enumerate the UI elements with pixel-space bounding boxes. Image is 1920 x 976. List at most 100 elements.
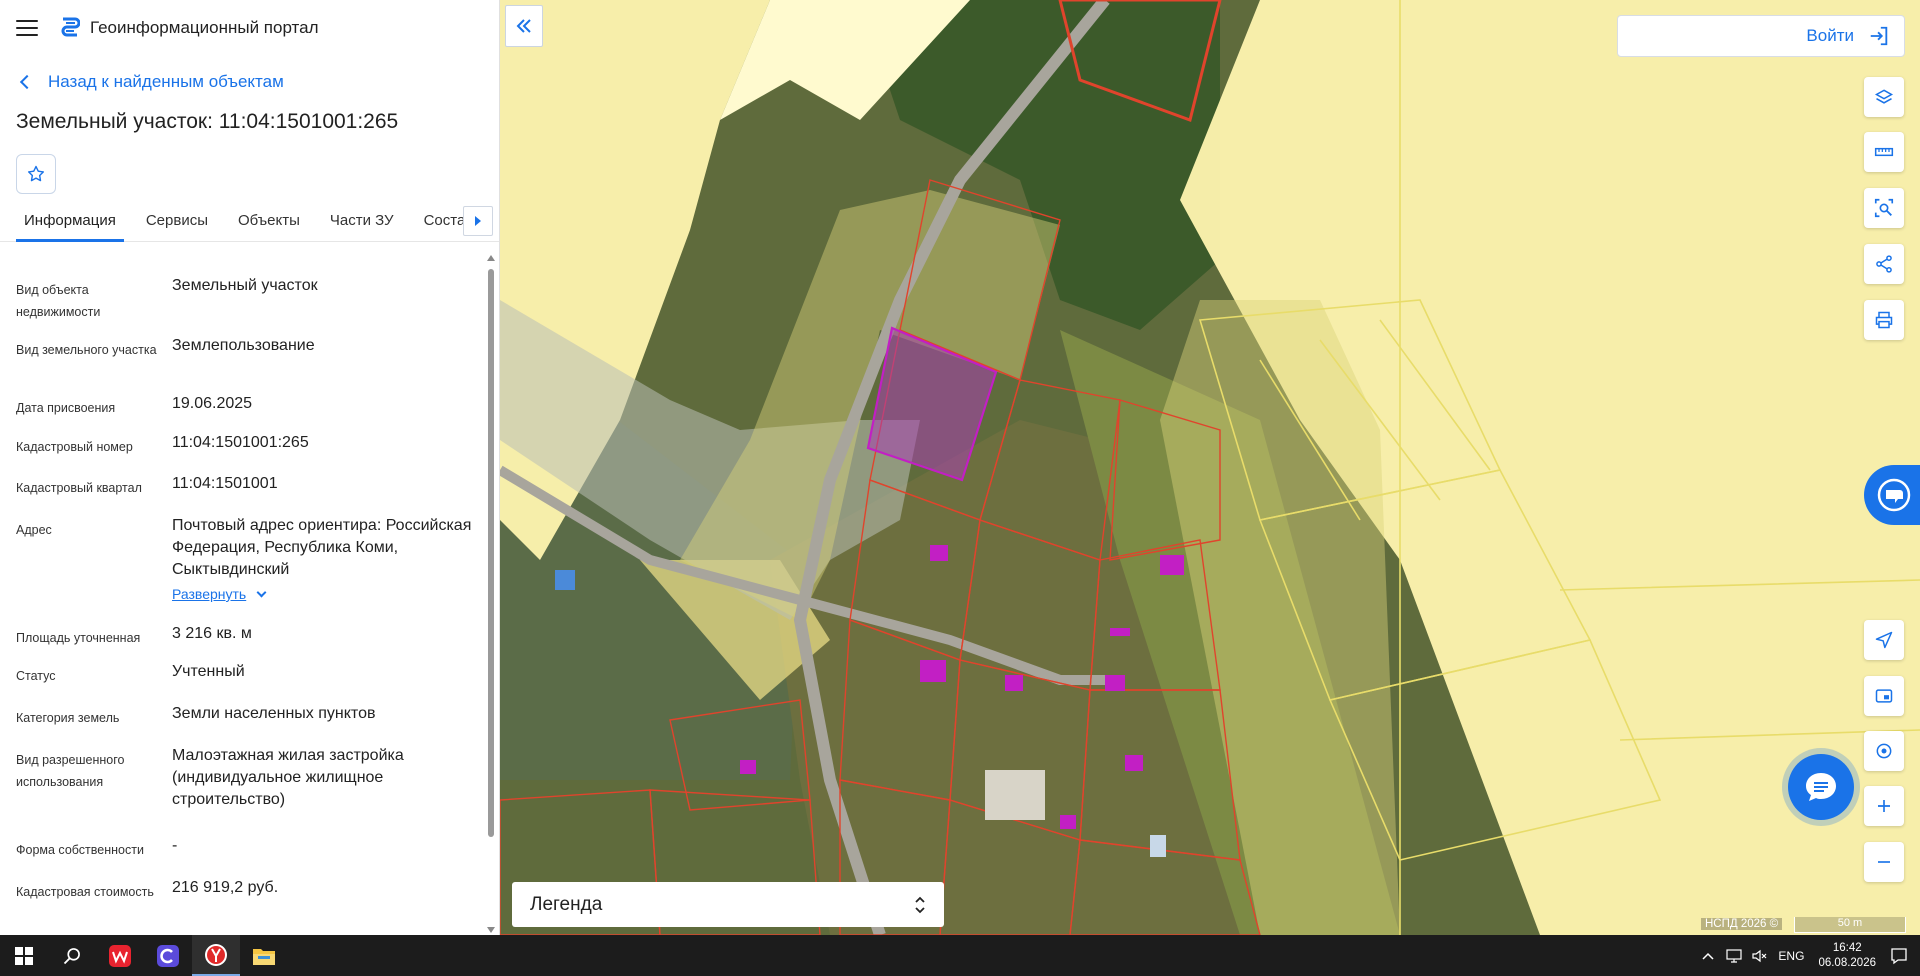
object-tabs: Информация Сервисы Объекты Части ЗУ Сост… <box>0 200 499 242</box>
taskbar-app-explorer[interactable] <box>240 935 288 976</box>
search-icon <box>63 947 80 964</box>
menu-icon[interactable] <box>16 20 38 36</box>
start-button[interactable] <box>0 935 48 976</box>
print-icon <box>1875 311 1893 329</box>
minimap-icon <box>1875 689 1893 703</box>
property-key: Вид разрешенного использования <box>16 753 125 789</box>
arrow-right-icon <box>475 216 481 226</box>
windows-taskbar: ENG 16:42 06.08.2026 <box>0 935 1920 976</box>
panel-scrollbar[interactable] <box>487 253 495 935</box>
back-to-results-link[interactable]: Назад к найденным объектам <box>19 72 499 92</box>
login-icon <box>1870 26 1888 46</box>
volume-muted-icon[interactable] <box>1752 949 1768 963</box>
expand-label: Развернуть <box>172 586 247 602</box>
zoom-out-button[interactable] <box>1864 842 1904 882</box>
expand-vertical-icon <box>915 896 925 913</box>
legend-toggle[interactable]: Легенда <box>512 882 944 927</box>
property-value: 216 919,2 руб. <box>172 879 279 896</box>
property-value: Учтенный <box>172 663 245 680</box>
share-icon <box>1876 255 1892 273</box>
search-button[interactable] <box>48 935 96 976</box>
property-value: 19.06.2025 <box>172 395 253 412</box>
clock-date: 06.08.2026 <box>1818 956 1876 969</box>
property-key: Вид объекта недвижимости <box>16 283 101 319</box>
minus-icon <box>1878 861 1890 863</box>
ruler-button[interactable] <box>1864 132 1904 172</box>
map-canvas[interactable] <box>500 0 1920 935</box>
notifications-icon[interactable] <box>1890 947 1908 965</box>
print-button[interactable] <box>1864 300 1904 340</box>
property-key: Форма собственности <box>16 843 144 857</box>
scroll-down-icon[interactable] <box>487 927 495 933</box>
property-value: 11:04:1501001:265 <box>172 434 309 451</box>
area-search-button[interactable] <box>1864 188 1904 228</box>
property-key: Адрес <box>16 523 52 537</box>
tabs-next-button[interactable] <box>463 206 493 236</box>
property-key: Вид земельного участка <box>16 343 157 357</box>
expand-address-link[interactable]: Развернуть <box>172 583 267 605</box>
property-value: Малоэтажная жилая застройка (индивидуаль… <box>172 747 404 808</box>
login-button[interactable]: Войти <box>1617 15 1905 57</box>
portal-logo-icon <box>61 17 80 37</box>
star-icon <box>27 165 45 182</box>
minimap-button[interactable] <box>1864 676 1904 716</box>
assistant-icon <box>1877 478 1911 512</box>
taskbar-app-wps[interactable] <box>96 935 144 976</box>
windows-logo-icon <box>15 946 33 965</box>
map-scale-bar: 50 m <box>1794 917 1906 933</box>
property-value: - <box>172 837 178 854</box>
property-key: Дата присвоения <box>16 401 116 415</box>
tab-services[interactable]: Сервисы <box>138 200 216 242</box>
address-text: Почтовый адрес ориентира: Российская Фед… <box>172 517 472 578</box>
tab-information[interactable]: Информация <box>16 200 124 242</box>
folder-icon <box>253 948 275 965</box>
wps-office-icon <box>109 944 131 967</box>
scroll-up-icon[interactable] <box>487 255 495 261</box>
plus-icon <box>1878 800 1890 812</box>
area-search-icon <box>1874 198 1894 218</box>
layers-icon <box>1874 89 1894 104</box>
layers-button[interactable] <box>1864 77 1904 117</box>
property-key: Кадастровый квартал <box>16 481 142 495</box>
property-key: Кадастровая стоимость <box>16 885 154 899</box>
rotate-button[interactable] <box>1864 731 1904 771</box>
input-language[interactable]: ENG <box>1778 949 1804 963</box>
map-view[interactable]: Войти Легенда НСПД 2026 © 50 m <box>500 0 1920 935</box>
ruler-icon <box>1874 147 1894 157</box>
chevron-left-icon <box>19 74 35 90</box>
property-value: Землепользование <box>172 337 315 354</box>
back-label: Назад к найденным объектам <box>48 72 284 91</box>
property-key: Категория земель <box>16 711 120 725</box>
map-attribution: НСПД 2026 © <box>1701 918 1783 930</box>
c-app-icon <box>157 944 179 967</box>
geolocation-button[interactable] <box>1864 620 1904 660</box>
scrollbar-thumb[interactable] <box>488 269 494 837</box>
double-chevron-left-icon <box>516 19 531 33</box>
zoom-in-button[interactable] <box>1864 786 1904 826</box>
share-button[interactable] <box>1864 244 1904 284</box>
property-value: Почтовый адрес ориентира: Российская Фед… <box>172 515 472 606</box>
network-icon[interactable] <box>1726 948 1743 963</box>
legend-label: Легенда <box>530 893 603 915</box>
property-key: Площадь уточненная <box>16 631 141 645</box>
app-title: Геоинформационный портал <box>90 18 319 37</box>
system-tray: ENG 16:42 06.08.2026 <box>1702 935 1920 976</box>
tray-expand-icon[interactable] <box>1702 951 1714 961</box>
help-assistant-button[interactable] <box>1864 465 1920 525</box>
clock-time: 16:42 <box>1832 941 1862 954</box>
object-title: Земельный участок: 11:04:1501001:265 <box>16 110 399 133</box>
chat-button[interactable] <box>1788 754 1854 820</box>
clock[interactable]: 16:42 06.08.2026 <box>1818 941 1876 971</box>
collapse-panel-button[interactable] <box>505 5 543 47</box>
compass-icon <box>1876 743 1892 759</box>
chevron-down-icon <box>256 587 267 597</box>
taskbar-app-c[interactable] <box>144 935 192 976</box>
property-value: Земельный участок <box>172 277 318 294</box>
tab-objects[interactable]: Объекты <box>230 200 308 242</box>
property-key: Статус <box>16 669 56 683</box>
property-key: Кадастровый номер <box>16 440 133 454</box>
tab-land-parts[interactable]: Части ЗУ <box>322 200 402 242</box>
favorite-button[interactable] <box>16 154 56 194</box>
property-value: Земли населенных пунктов <box>172 705 376 722</box>
taskbar-app-yandex-browser[interactable] <box>192 935 240 976</box>
